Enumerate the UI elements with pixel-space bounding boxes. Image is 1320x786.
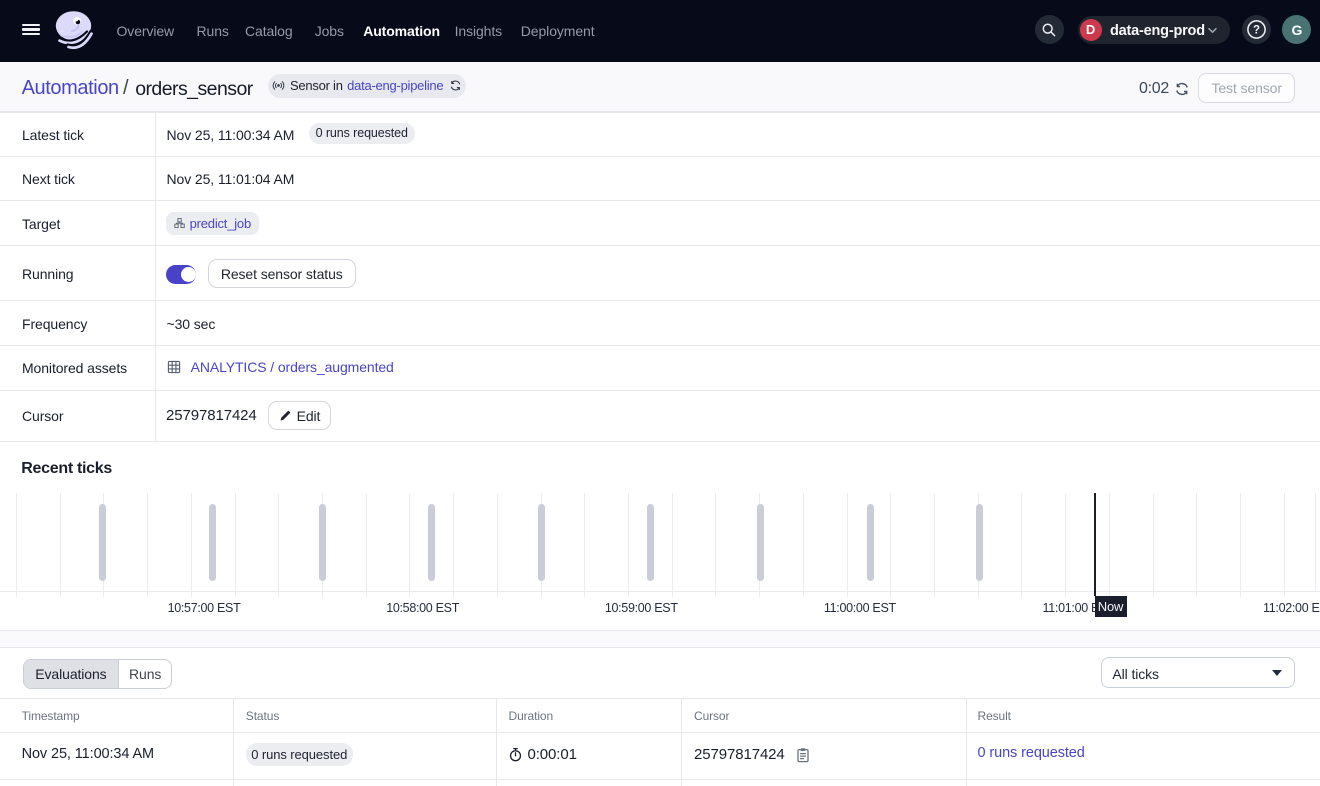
svg-text:?: ? bbox=[1253, 25, 1260, 37]
